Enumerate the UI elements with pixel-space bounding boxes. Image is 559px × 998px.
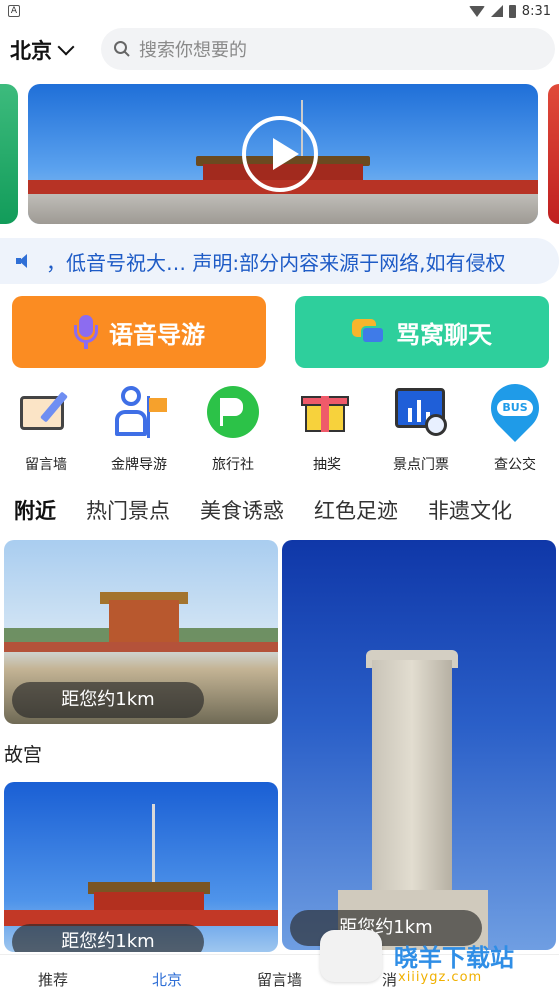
bus-badge: BUS (497, 400, 533, 416)
notice-text: ，低音号祝大… 声明:部分内容来源于网络,如有侵权 (46, 250, 506, 275)
grid-item-label: 查公交 (494, 457, 536, 473)
ticket-icon (393, 384, 449, 442)
distance-badge: 距您约1km (12, 924, 204, 952)
place-card[interactable]: 距您约1km (282, 540, 556, 950)
tab-red-footprints[interactable]: 红色足迹 (314, 495, 398, 525)
grid-item-lottery[interactable]: 抽奖 (287, 384, 367, 474)
chevron-down-icon (57, 38, 75, 56)
voice-guide-button[interactable]: 语音导游 (12, 296, 266, 368)
watermark: 晓羊下载站 xiiiygz.com (320, 930, 559, 998)
wifi-icon (468, 5, 485, 17)
play-icon[interactable] (242, 116, 318, 192)
notice-bar[interactable]: ，低音号祝大… 声明:部分内容来源于网络,如有侵权 (0, 238, 559, 284)
nav-recommend[interactable]: 推荐 (38, 969, 68, 990)
category-tabs: 附近 热门景点 美食诱惑 红色足迹 非遗文化 (0, 490, 559, 530)
place-name[interactable]: 故宫 (4, 740, 42, 767)
header: 北京 搜索你想要的 (0, 28, 559, 72)
feature-grid: 留言墙 金牌导游 旅行社 抽奖 景点门票 BUS 查公交 (0, 374, 559, 480)
search-placeholder: 搜索你想要的 (139, 40, 247, 61)
travel-agency-icon (205, 384, 261, 442)
voice-guide-label: 语音导游 (109, 320, 205, 349)
tab-heritage[interactable]: 非遗文化 (428, 495, 512, 525)
banner-video[interactable] (28, 84, 538, 224)
microphone-icon (73, 315, 99, 349)
status-bar: A 8:31 (0, 0, 559, 22)
watermark-text: 晓羊下载站 (394, 944, 514, 972)
clock: 8:31 (521, 3, 551, 19)
search-input[interactable]: 搜索你想要的 (101, 28, 555, 70)
banner-next-slide[interactable] (548, 84, 559, 224)
grid-item-message-wall[interactable]: 留言墙 (6, 384, 86, 474)
signal-icon (490, 5, 503, 17)
grid-item-gold-guide[interactable]: 金牌导游 (99, 384, 179, 474)
grid-item-label: 金牌导游 (111, 457, 167, 473)
nav-beijing[interactable]: 北京 (152, 969, 182, 990)
grid-item-label: 抽奖 (313, 457, 341, 473)
tab-food[interactable]: 美食诱惑 (200, 495, 284, 525)
bus-icon: BUS (481, 374, 549, 442)
chat-button[interactable]: 骂窝聊天 (295, 296, 549, 368)
city-name: 北京 (10, 39, 52, 63)
search-icon (114, 41, 130, 57)
status-icons: 8:31 (468, 3, 551, 19)
grid-item-label: 留言墙 (25, 457, 67, 473)
watermark-url: xiiiygz.com (398, 970, 483, 985)
distance-badge: 距您约1km (12, 682, 204, 718)
tab-hot-spots[interactable]: 热门景点 (86, 495, 170, 525)
place-card[interactable]: 距您约1km (4, 540, 278, 724)
lottery-icon (299, 384, 355, 442)
guide-icon (111, 384, 167, 442)
message-board-icon (18, 384, 74, 442)
banner-prev-slide[interactable] (0, 84, 18, 224)
grid-item-bus[interactable]: BUS 查公交 (475, 374, 555, 474)
speaker-icon (16, 253, 34, 269)
grid-item-label: 景点门票 (393, 457, 449, 473)
chat-bubble-icon (352, 317, 386, 347)
tab-nearby[interactable]: 附近 (14, 495, 56, 525)
city-selector[interactable]: 北京 (10, 35, 75, 65)
chat-label: 骂窝聊天 (396, 320, 492, 349)
place-card[interactable]: 距您约1km (4, 782, 278, 952)
grid-item-travel-agency[interactable]: 旅行社 (193, 384, 273, 474)
app-notification-icon: A (8, 5, 20, 17)
watermark-logo (320, 930, 382, 982)
grid-item-tickets[interactable]: 景点门票 (381, 384, 461, 474)
square-ground (28, 194, 538, 224)
grid-item-label: 旅行社 (212, 457, 254, 473)
nav-message-wall[interactable]: 留言墙 (257, 969, 302, 990)
battery-icon (508, 4, 516, 18)
